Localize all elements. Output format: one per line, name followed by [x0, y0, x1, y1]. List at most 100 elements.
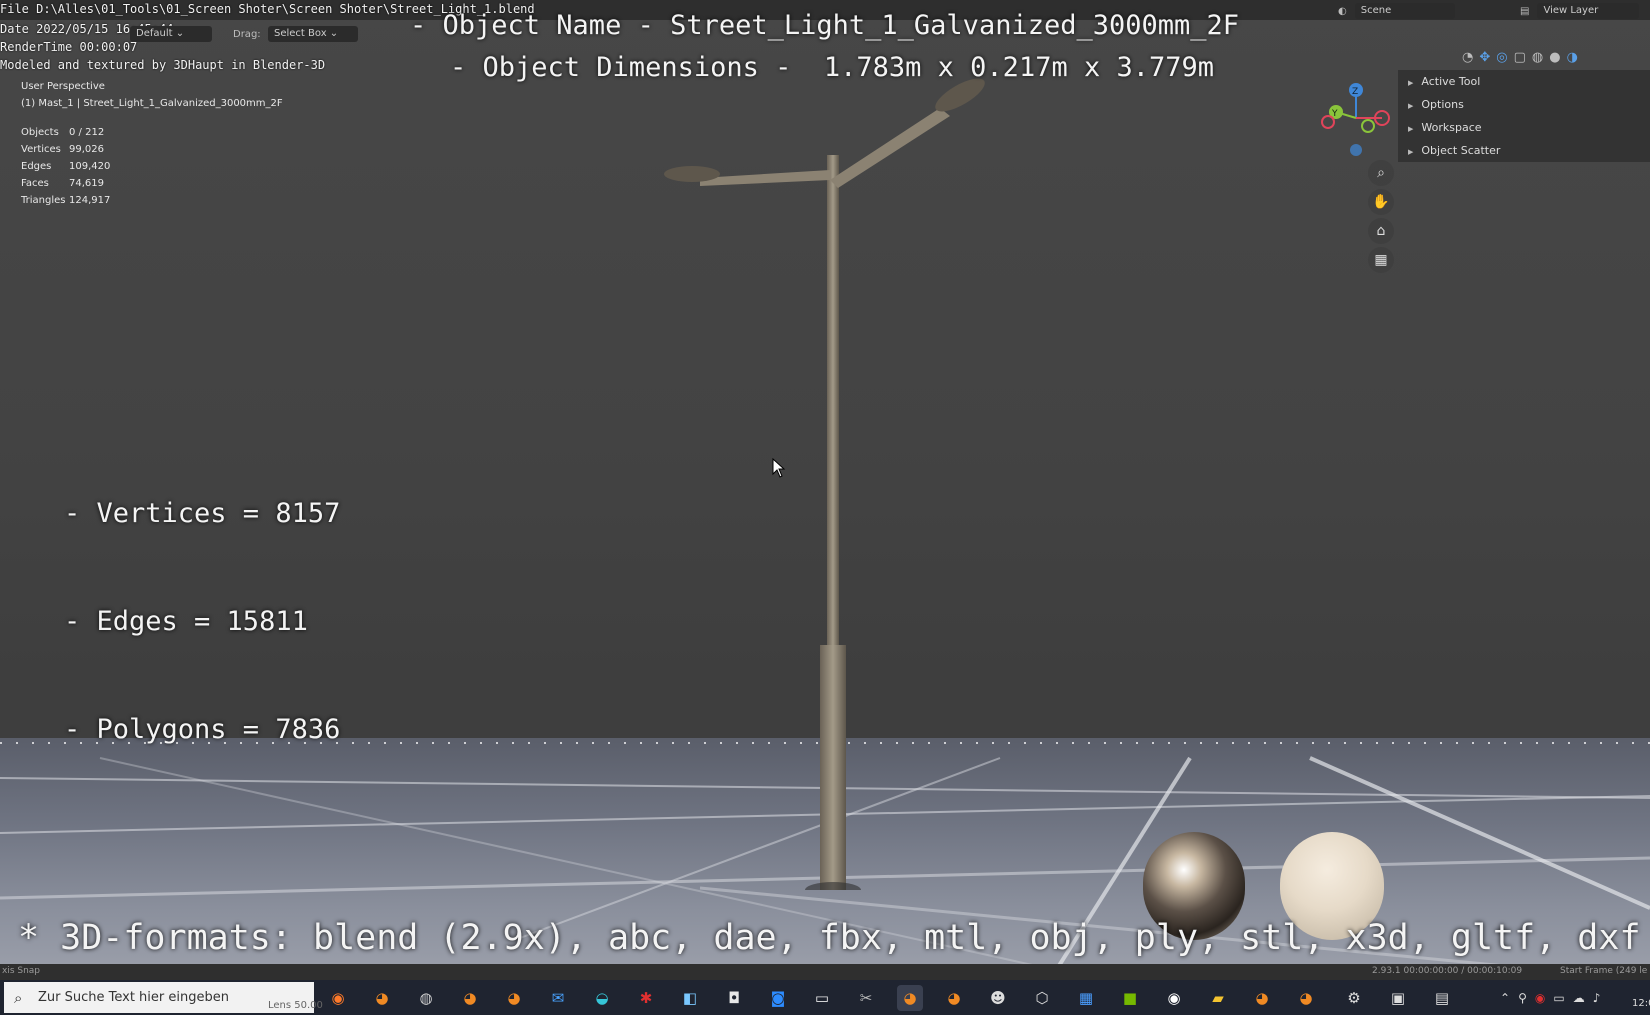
edges-count: - Edges = 15811: [64, 606, 308, 637]
camera-lens-text: Lens 50.00: [268, 1000, 323, 1011]
stat-value: 99,026: [69, 144, 104, 155]
cube-icon[interactable]: ⬡: [1029, 985, 1055, 1011]
neg-x-axis-handle[interactable]: [1321, 115, 1335, 129]
wireframe-shading-icon[interactable]: ◍: [1532, 50, 1543, 65]
tray-volume-icon[interactable]: ♪: [1593, 991, 1601, 1005]
pan-hand-icon[interactable]: ✋: [1368, 189, 1394, 215]
active-object-label: (1) Mast_1 | Street_Light_1_Galvanized_3…: [21, 98, 283, 109]
layer-icon: ▤: [1520, 5, 1530, 17]
firefox-icon[interactable]: ◉: [325, 985, 351, 1011]
tray-network-icon[interactable]: ⚲: [1518, 991, 1527, 1005]
mail-icon[interactable]: ✉: [545, 985, 571, 1011]
app-blue-icon[interactable]: ◧: [677, 985, 703, 1011]
stat-label: Triangles: [21, 195, 66, 206]
obs-icon[interactable]: ◍: [413, 985, 439, 1011]
edge-browser-icon[interactable]: ◒: [589, 985, 615, 1011]
camera-icon[interactable]: ⌂: [1368, 218, 1394, 244]
scene-icon: ◐: [1338, 5, 1347, 17]
calendar-icon[interactable]: ▦: [1073, 985, 1099, 1011]
nvidia-icon[interactable]: ■: [1117, 985, 1143, 1011]
chat-icon[interactable]: ◘: [721, 985, 747, 1011]
tray-battery-icon[interactable]: ▭: [1553, 991, 1564, 1005]
object-dimensions-overlay: - Object Dimensions - 1.783m x 0.217m x …: [450, 52, 1215, 83]
expand-arrow-icon: ▶: [1408, 148, 1414, 156]
drag-dropdown[interactable]: Select Box ⌄: [268, 26, 358, 42]
panel-label: Active Tool: [1421, 75, 1481, 88]
render-time: RenderTime 00:00:07: [0, 40, 138, 54]
stat-row: Faces 74,619: [21, 175, 110, 192]
status-left: xis Snap: [2, 966, 41, 976]
stat-row: Edges 109,420: [21, 158, 110, 175]
viewport-shading-controls: ◔ ✥ ◎ ▢ ◍ ● ◑: [1462, 50, 1578, 65]
scene-selector[interactable]: ◐ Scene: [1338, 3, 1455, 19]
app-window-icon[interactable]: ▤: [1429, 985, 1455, 1011]
blender-icon[interactable]: ◕: [1249, 985, 1275, 1011]
orientation-value: Default: [136, 28, 173, 39]
blender-icon[interactable]: ◕: [369, 985, 395, 1011]
orientation-dropdown[interactable]: Default ⌄: [130, 26, 212, 42]
panel-object-scatter[interactable]: ▶ Object Scatter: [1398, 139, 1650, 162]
status-start-frame: Start Frame (249 le: [1560, 966, 1648, 976]
stat-value: 74,619: [69, 178, 104, 189]
tray-app-icon[interactable]: ◉: [1535, 991, 1545, 1005]
panda-icon[interactable]: ☻: [985, 985, 1011, 1011]
grid-ortho-icon[interactable]: ▦: [1368, 247, 1394, 273]
status-version: 2.93.1 00:00:00:00 / 00:00:10:09: [1372, 966, 1523, 976]
scene-name: Scene: [1354, 3, 1455, 19]
zoom-icon[interactable]: ⌕: [1368, 160, 1394, 186]
polygons-count: - Polygons = 7836: [64, 714, 341, 745]
app-red-icon[interactable]: ✱: [633, 985, 659, 1011]
blender-icon[interactable]: ◕: [1293, 985, 1319, 1011]
tool-icon[interactable]: ✂: [853, 985, 879, 1011]
formats-line: * 3D-formats: blend (2.9x), abc, dae, fb…: [18, 918, 1641, 958]
mouse-cursor-icon: [772, 458, 786, 478]
visibility-icon[interactable]: ◔: [1462, 50, 1473, 65]
overlay-toggle-icon[interactable]: ◎: [1496, 50, 1507, 65]
vertices-count: - Vertices = 8157: [64, 498, 341, 529]
sidebar-panel: ▶ Active Tool ▶ Options ▶ Workspace ▶ Object…: [1398, 70, 1650, 162]
stat-row: Objects 0 / 212: [21, 124, 110, 141]
panel-label: Object Scatter: [1421, 144, 1501, 157]
blender-icon[interactable]: ◕: [941, 985, 967, 1011]
stat-row: Triangles 124,917: [21, 192, 110, 209]
drag-label: Drag:: [233, 29, 261, 40]
xray-icon[interactable]: ▢: [1514, 50, 1526, 65]
neg-z-axis-handle[interactable]: [1350, 144, 1362, 156]
stat-label: Vertices: [21, 144, 61, 155]
app-circle-icon[interactable]: ◉: [1161, 985, 1187, 1011]
stat-value: 0 / 212: [69, 127, 105, 138]
messenger-icon[interactable]: ◙: [765, 985, 791, 1011]
expand-arrow-icon: ▶: [1408, 102, 1414, 110]
credit-line: Modeled and textured by 3DHaupt in Blend…: [0, 58, 326, 72]
stat-row: Vertices 99,026: [21, 141, 110, 158]
stat-value: 124,917: [69, 195, 111, 206]
panel-label: Options: [1421, 98, 1464, 111]
view-layer-selector[interactable]: ▤ View Layer: [1520, 3, 1640, 19]
navigation-gizmo[interactable]: Z Y: [1318, 78, 1394, 164]
tray-wifi-icon[interactable]: ☁: [1573, 991, 1585, 1005]
street-light-model[interactable]: [640, 70, 1000, 890]
solid-shading-icon[interactable]: ●: [1549, 50, 1560, 65]
taskbar-clock[interactable]: 12:0: [1632, 998, 1650, 1009]
material-shading-icon[interactable]: ◑: [1567, 50, 1578, 65]
neg-y-axis-handle[interactable]: [1361, 119, 1375, 133]
blender-icon[interactable]: ◕: [457, 985, 483, 1011]
app-window-icon[interactable]: ▣: [1385, 985, 1411, 1011]
panel-active-tool[interactable]: ▶ Active Tool: [1398, 70, 1650, 93]
panel-options[interactable]: ▶ Options: [1398, 93, 1650, 116]
blender-active-icon[interactable]: ◕: [897, 985, 923, 1011]
stat-label: Objects: [21, 127, 59, 138]
object-name-overlay: - Object Name - Street_Light_1_Galvanize…: [410, 10, 1240, 41]
drag-value: Select Box: [274, 28, 327, 39]
terminal-icon[interactable]: ▭: [809, 985, 835, 1011]
gizmo-toggle-icon[interactable]: ✥: [1479, 50, 1490, 65]
view-perspective: User Perspective: [21, 81, 105, 92]
folder-icon[interactable]: ▰: [1205, 985, 1231, 1011]
expand-arrow-icon: ▶: [1408, 125, 1414, 133]
panel-workspace[interactable]: ▶ Workspace: [1398, 116, 1650, 139]
tray-chevron-icon[interactable]: ⌃: [1500, 991, 1510, 1005]
settings-gear-icon[interactable]: ⚙: [1341, 985, 1367, 1011]
view-layer-name: View Layer: [1537, 3, 1640, 19]
stat-label: Edges: [21, 161, 52, 172]
blender-icon[interactable]: ◕: [501, 985, 527, 1011]
